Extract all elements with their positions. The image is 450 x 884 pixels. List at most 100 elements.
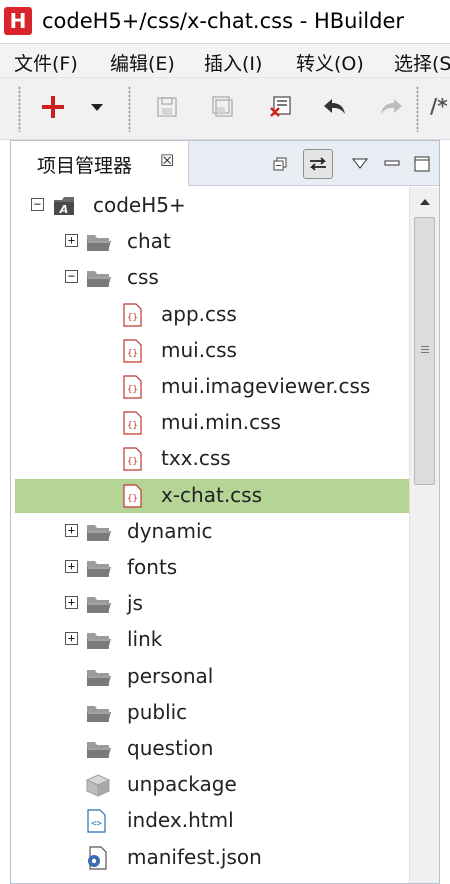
expand-icon[interactable]: + bbox=[65, 596, 78, 610]
scrollbar-thumb[interactable] bbox=[414, 217, 435, 485]
project-tree: − AcodeH5+ + chat − css {} app.css {} mui.css {} mu… bbox=[11, 187, 409, 883]
toolbar-grip bbox=[18, 86, 21, 132]
minimize-button[interactable] bbox=[377, 149, 407, 179]
collapse-all-button[interactable] bbox=[265, 149, 295, 179]
tree-item[interactable]: manifest.json bbox=[15, 841, 409, 875]
tree-item-label: dynamic bbox=[127, 518, 213, 543]
chevron-down-icon bbox=[352, 158, 368, 169]
json-file-icon bbox=[85, 845, 111, 870]
tree-item[interactable]: + link bbox=[15, 623, 409, 657]
tree-item-label: public bbox=[127, 699, 188, 724]
save-icon bbox=[157, 97, 177, 117]
tree-item[interactable]: <> index.html bbox=[15, 804, 409, 838]
vertical-scrollbar[interactable] bbox=[409, 187, 439, 883]
maximize-button[interactable] bbox=[407, 149, 437, 179]
tree-item-label: fonts bbox=[127, 555, 178, 579]
new-button[interactable] bbox=[38, 92, 68, 122]
tree-item-label: js bbox=[127, 591, 143, 616]
folder-icon bbox=[85, 556, 111, 580]
tree-item[interactable]: + dynamic bbox=[15, 515, 409, 549]
expand-icon[interactable]: + bbox=[65, 632, 78, 646]
comment-button[interactable]: /* bbox=[430, 94, 448, 118]
tree-item-label: manifest.json bbox=[127, 844, 262, 869]
folder-icon bbox=[85, 266, 111, 290]
expand-icon[interactable]: + bbox=[65, 523, 78, 537]
tree-item[interactable]: {} mui.min.css bbox=[15, 406, 409, 440]
folder-icon bbox=[85, 701, 111, 725]
folder-icon bbox=[85, 628, 111, 652]
menu-insert[interactable]: 插入(I) bbox=[204, 49, 262, 76]
toolbar: /* bbox=[0, 78, 450, 140]
tree-item-label: chat bbox=[127, 229, 171, 254]
tree-item[interactable]: + chat bbox=[15, 225, 409, 259]
tree-item[interactable]: personal bbox=[15, 660, 409, 694]
menu-bar: 文件(F) 编辑(E) 插入(I) 转义(O) 选择(S bbox=[0, 44, 450, 78]
svg-text:{}: {} bbox=[127, 494, 138, 504]
tree-item[interactable]: unpackage bbox=[15, 768, 409, 802]
css-file-icon: {} bbox=[121, 411, 147, 435]
tree-item[interactable]: question bbox=[15, 732, 409, 766]
tree-item[interactable]: + fonts bbox=[15, 551, 409, 585]
close-file-button[interactable] bbox=[266, 92, 296, 122]
tree-item-label: personal bbox=[127, 663, 214, 688]
tree-item[interactable]: + js bbox=[15, 587, 409, 621]
save-all-button[interactable] bbox=[208, 92, 238, 122]
css-file-icon: {} bbox=[121, 375, 147, 399]
collapse-icon[interactable]: − bbox=[65, 270, 78, 284]
tab-project-explorer[interactable]: 项目管理器 ☒ bbox=[11, 141, 189, 186]
menu-file[interactable]: 文件(F) bbox=[14, 49, 78, 76]
tree-item-label: mui.css bbox=[161, 337, 237, 362]
tree-item[interactable]: {} mui.css bbox=[15, 334, 409, 368]
save-button[interactable] bbox=[152, 92, 182, 122]
tree-item-label: index.html bbox=[127, 808, 234, 833]
menu-select[interactable]: 选择(S bbox=[394, 49, 450, 76]
scroll-up-button[interactable] bbox=[410, 189, 439, 215]
toolbar-grip bbox=[128, 86, 131, 132]
undo-icon bbox=[324, 99, 345, 114]
menu-escape[interactable]: 转义(O) bbox=[296, 49, 364, 76]
undo-button[interactable] bbox=[320, 92, 350, 122]
tree-item-label: x-chat.css bbox=[161, 482, 263, 507]
view-menu-button[interactable] bbox=[345, 149, 375, 179]
tree-item[interactable]: {} mui.imageviewer.css bbox=[15, 370, 409, 404]
minimize-icon bbox=[384, 160, 400, 166]
tree-item[interactable]: {} x-chat.css bbox=[15, 478, 409, 513]
expand-icon[interactable]: + bbox=[65, 234, 78, 248]
folder-icon bbox=[85, 230, 111, 254]
tree-item[interactable]: public bbox=[15, 696, 409, 730]
tree-item[interactable]: {} txx.css bbox=[15, 442, 409, 476]
tree-item[interactable]: − css bbox=[15, 261, 409, 295]
toolbar-grip bbox=[416, 86, 419, 132]
expand-icon[interactable]: + bbox=[65, 560, 78, 573]
project-icon: A bbox=[51, 194, 77, 218]
tree-item-label: codeH5+ bbox=[93, 193, 186, 217]
link-with-editor-button[interactable] bbox=[303, 149, 333, 179]
tree-item[interactable]: {} app.css bbox=[15, 298, 409, 332]
tab-close-icon[interactable]: ☒ bbox=[160, 151, 174, 170]
save-all-icon bbox=[212, 96, 233, 117]
tree-item-label: link bbox=[127, 627, 163, 652]
svg-text:{}: {} bbox=[127, 313, 138, 323]
title-bar: H codeH5+/css/x-chat.css - HBuilder bbox=[0, 0, 450, 44]
html-file-icon: <> bbox=[85, 809, 111, 833]
tree-item[interactable]: − AcodeH5+ bbox=[15, 189, 409, 223]
collapse-icon[interactable]: − bbox=[31, 198, 44, 211]
link-arrows-icon bbox=[309, 157, 327, 171]
css-file-icon: {} bbox=[121, 447, 147, 471]
redo-button[interactable] bbox=[376, 92, 406, 122]
caret-down-icon bbox=[91, 104, 103, 111]
folder-icon bbox=[85, 520, 111, 544]
css-file-icon: {} bbox=[121, 339, 147, 363]
tab-label: 项目管理器 bbox=[37, 155, 133, 177]
package-icon bbox=[85, 773, 111, 797]
panel-header: 项目管理器 ☒ bbox=[11, 141, 439, 186]
new-dropdown-button[interactable] bbox=[82, 92, 112, 122]
scroll-up-icon bbox=[419, 199, 430, 205]
menu-edit[interactable]: 编辑(E) bbox=[110, 49, 175, 76]
folder-icon bbox=[85, 737, 111, 761]
svg-text:{}: {} bbox=[127, 349, 138, 359]
css-file-icon: {} bbox=[121, 302, 147, 327]
svg-text:<>: <> bbox=[91, 819, 102, 829]
window-title: codeH5+/css/x-chat.css - HBuilder bbox=[42, 9, 405, 33]
tree-item-label: mui.min.css bbox=[161, 410, 281, 435]
